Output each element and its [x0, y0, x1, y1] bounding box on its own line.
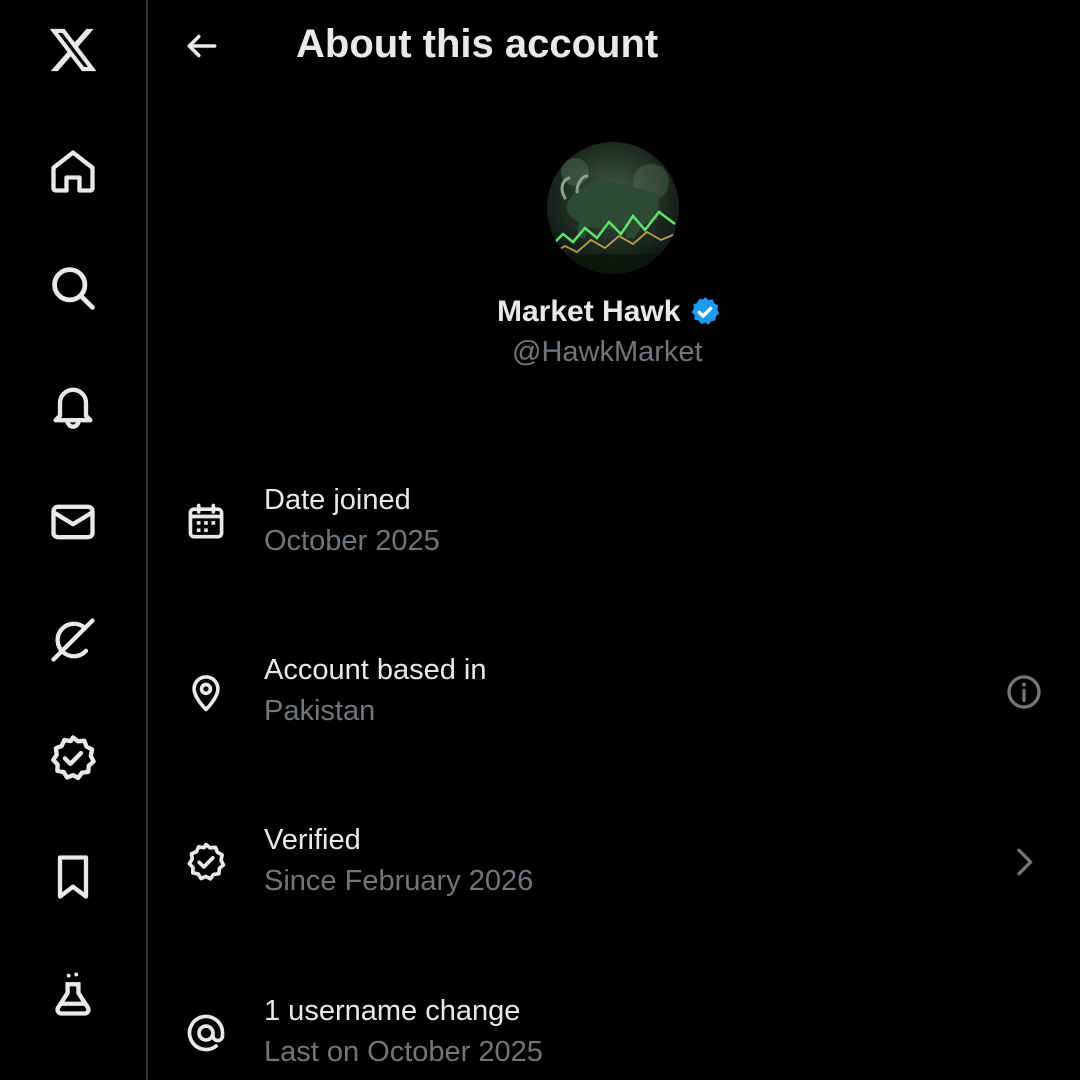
search-icon[interactable] [37, 252, 109, 324]
flask-icon[interactable] [37, 958, 109, 1030]
detail-date-joined: Date joined October 2025 [150, 462, 1080, 582]
detail-label: 1 username change [264, 995, 521, 1027]
grok-icon[interactable] [37, 604, 109, 676]
envelope-icon[interactable] [37, 486, 109, 558]
location-pin-icon [182, 668, 230, 716]
bell-icon[interactable] [37, 369, 109, 441]
profile-handle: @HawkMarket [512, 336, 703, 368]
bookmark-icon[interactable] [37, 841, 109, 913]
detail-verified[interactable]: Verified Since February 2026 [150, 802, 1080, 922]
at-sign-icon [182, 1009, 230, 1057]
detail-account-location: Account based in Pakistan [150, 632, 1080, 752]
detail-label: Account based in [264, 654, 487, 686]
back-button[interactable] [172, 16, 232, 76]
avatar[interactable] [547, 142, 679, 274]
detail-label: Verified [264, 824, 361, 856]
chevron-right-icon[interactable] [1000, 838, 1048, 886]
home-icon[interactable] [37, 135, 109, 207]
app-root: About this account Market Hawk @HawkMark… [0, 0, 1080, 1080]
detail-username-changes: 1 username change Last on October 2025 [150, 973, 1080, 1080]
sidebar-nav [0, 0, 148, 1080]
calendar-icon [182, 498, 230, 546]
verified-badge-icon [182, 838, 230, 886]
detail-value: October 2025 [264, 525, 440, 557]
info-icon[interactable] [1000, 668, 1048, 716]
detail-label: Date joined [264, 484, 411, 516]
verified-badge-icon[interactable] [37, 722, 109, 794]
display-name: Market Hawk [497, 295, 681, 328]
detail-value: Last on October 2025 [264, 1036, 543, 1068]
detail-value: Pakistan [264, 695, 376, 727]
arrow-left-icon [187, 34, 217, 58]
profile-name-row: Market Hawk [497, 292, 722, 332]
verified-badge-icon[interactable] [688, 295, 722, 329]
detail-value: Since February 2026 [264, 865, 534, 897]
page-title: About this account [296, 22, 659, 66]
x-logo-icon[interactable] [37, 14, 109, 86]
